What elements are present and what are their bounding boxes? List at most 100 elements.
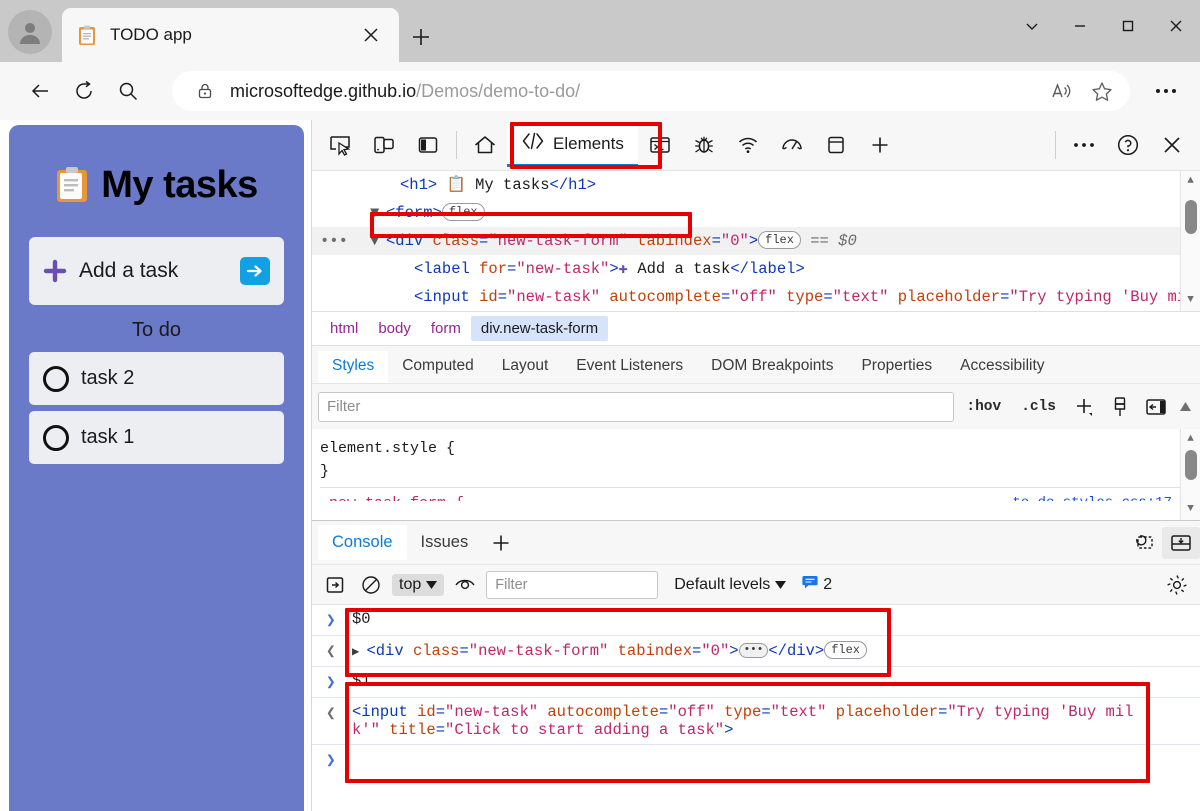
dom-tree-row[interactable]: <label for="new-task">✚ Add a task</labe…: [312, 255, 1200, 283]
clear-console-icon[interactable]: [356, 571, 386, 599]
application-icon[interactable]: [814, 125, 858, 165]
task-checkbox-icon[interactable]: [43, 366, 69, 392]
device-emulation-icon[interactable]: [362, 125, 406, 165]
tab-issues[interactable]: Issues: [407, 525, 483, 560]
tab-styles[interactable]: Styles: [318, 351, 388, 383]
styles-pane[interactable]: element.style { } .new-task-form { to-do…: [312, 429, 1200, 520]
scroll-thumb[interactable]: [1185, 200, 1197, 234]
hover-state-button[interactable]: :hov: [958, 399, 1009, 415]
tab-computed[interactable]: Computed: [388, 351, 488, 383]
task-item[interactable]: task 1: [29, 411, 284, 464]
inspect-icon[interactable]: [318, 125, 362, 165]
dom-tree-row[interactable]: •••▼<div class="new-task-form" tabindex=…: [312, 227, 1200, 255]
add-drawer-tab-icon[interactable]: [482, 527, 520, 559]
address-bar[interactable]: microsoftedge.github.io/Demos/demo-to-do…: [172, 71, 1130, 111]
console-context-select[interactable]: top: [392, 574, 444, 596]
new-style-rule-icon[interactable]: [1068, 392, 1100, 422]
console-input-row[interactable]: ❯$1: [312, 667, 1200, 698]
flex-badge[interactable]: flex: [442, 203, 485, 221]
browser-tab[interactable]: TODO app: [62, 8, 399, 62]
maximize-icon[interactable]: [1104, 0, 1152, 52]
console-result-row[interactable]: ❮<input id="new-task" autocomplete="off"…: [312, 698, 1200, 745]
toggle-sidebar-icon[interactable]: [1140, 392, 1172, 422]
dom-tree-row[interactable]: <h1> 📋 My tasks</h1>: [312, 171, 1200, 199]
flex-badge[interactable]: flex: [758, 231, 801, 249]
home-icon[interactable]: [463, 125, 507, 165]
dom-tree[interactable]: <h1> 📋 My tasks</h1>▼<form>flex•••▼<div …: [312, 171, 1200, 311]
tab-console[interactable]: Console: [318, 525, 407, 560]
tab-accessibility[interactable]: Accessibility: [946, 351, 1058, 383]
scroll-up-icon[interactable]: ▲: [1187, 171, 1194, 192]
styles-scroll-up-icon[interactable]: [1176, 392, 1194, 422]
scroll-up-icon[interactable]: ▲: [1187, 429, 1194, 450]
task-item[interactable]: task 2: [29, 352, 284, 405]
expand-triangle-icon[interactable]: ▶: [352, 645, 366, 659]
minimize-icon[interactable]: [1056, 0, 1104, 52]
console-icon[interactable]: [638, 125, 682, 165]
styles-filter-input[interactable]: Filter: [318, 392, 954, 422]
dom-tree-row[interactable]: <input id="new-task" autocomplete="off" …: [312, 283, 1200, 311]
tab-actions-menu-icon[interactable]: [1008, 0, 1056, 52]
dom-row-twisty-icon[interactable]: ▼: [370, 227, 386, 255]
debugger-icon[interactable]: [682, 125, 726, 165]
tab-layout[interactable]: Layout: [488, 351, 563, 383]
window-close-icon[interactable]: [1152, 0, 1200, 52]
dock-drawer-icon[interactable]: [1162, 527, 1200, 559]
breadcrumb-form[interactable]: form: [421, 316, 471, 341]
flex-badge[interactable]: flex: [824, 641, 867, 659]
back-icon[interactable]: [18, 71, 62, 111]
breadcrumb-html[interactable]: html: [320, 316, 368, 341]
network-icon[interactable]: [726, 125, 770, 165]
element-classes-button[interactable]: .cls: [1013, 399, 1064, 415]
tab-dom-breakpoints[interactable]: DOM Breakpoints: [697, 351, 847, 383]
tab-event-listeners[interactable]: Event Listeners: [562, 351, 697, 383]
browser-settings-icon[interactable]: [1140, 71, 1192, 111]
help-icon[interactable]: [1106, 125, 1150, 165]
live-expression-icon[interactable]: [450, 571, 480, 599]
favorite-star-icon[interactable]: [1082, 74, 1122, 108]
console-sidebar-icon[interactable]: [320, 571, 350, 599]
dom-tree-scrollbar[interactable]: ▲ ▼: [1180, 171, 1200, 311]
new-tab-button[interactable]: [404, 20, 438, 54]
console-output[interactable]: ❯$0❮▶ <div class="new-task-form" tabinde…: [312, 605, 1200, 811]
scroll-thumb[interactable]: [1185, 450, 1197, 480]
refresh-icon[interactable]: [62, 71, 106, 111]
devtools-close-icon[interactable]: [1150, 125, 1194, 165]
computed-style-brush-icon[interactable]: [1104, 392, 1136, 422]
styles-scrollbar[interactable]: ▲ ▼: [1180, 429, 1200, 520]
submit-task-button[interactable]: [240, 257, 270, 285]
console-result-row[interactable]: ❮▶ <div class="new-task-form" tabindex="…: [312, 636, 1200, 667]
add-panel-icon[interactable]: [858, 125, 902, 165]
scroll-track[interactable]: [1181, 192, 1200, 290]
console-levels-select[interactable]: Default levels: [674, 576, 786, 594]
devtools-more-icon[interactable]: [1062, 125, 1106, 165]
css-rule-new-task-form[interactable]: .new-task-form { to-do-styles.css:17: [320, 487, 1200, 501]
performance-icon[interactable]: [770, 125, 814, 165]
close-icon[interactable]: [357, 21, 385, 49]
dom-tree-row[interactable]: ▼<form>flex: [312, 199, 1200, 227]
scroll-down-icon[interactable]: ▼: [1187, 290, 1194, 311]
console-input-row[interactable]: ❯$0: [312, 605, 1200, 636]
tab-properties[interactable]: Properties: [847, 351, 946, 383]
breadcrumb-body[interactable]: body: [368, 316, 421, 341]
dom-row-twisty-icon[interactable]: ▼: [370, 199, 386, 227]
scroll-down-icon[interactable]: ▼: [1187, 499, 1194, 520]
scroll-track[interactable]: [1181, 450, 1200, 499]
search-icon[interactable]: [106, 71, 150, 111]
dock-side-icon[interactable]: [406, 125, 450, 165]
console-input-row[interactable]: ❯: [312, 745, 1200, 775]
expand-ellipsis-icon[interactable]: •••: [739, 643, 769, 658]
settings-gear-icon[interactable]: [1162, 571, 1192, 599]
restore-drawer-icon[interactable]: [1124, 527, 1162, 559]
css-source-link[interactable]: to-do-styles.css:17: [1012, 492, 1172, 501]
task-checkbox-icon[interactable]: [43, 425, 69, 451]
read-aloud-icon[interactable]: [1042, 74, 1082, 108]
breadcrumb-div-new-task-form[interactable]: div.new-task-form: [471, 316, 608, 341]
avatar[interactable]: [8, 10, 52, 54]
breadcrumb[interactable]: html body form div.new-task-form: [312, 311, 1200, 345]
tab-elements[interactable]: Elements: [507, 123, 638, 167]
css-rule-element-style[interactable]: element.style { }: [320, 437, 1200, 483]
console-filter-input[interactable]: Filter: [486, 571, 658, 599]
dom-row-gutter[interactable]: •••: [320, 227, 356, 255]
add-task-row[interactable]: Add a task: [29, 237, 284, 305]
